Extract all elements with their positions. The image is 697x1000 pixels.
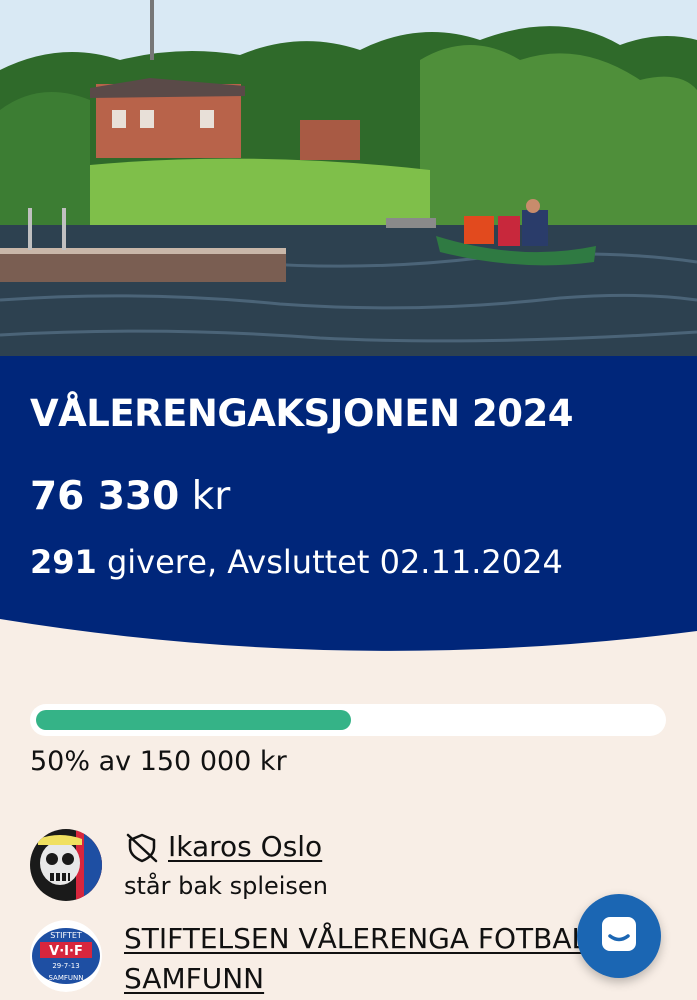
organizer-avatar[interactable] (30, 829, 102, 901)
recipient-name-line1[interactable]: STIFTELSEN VÅLERENGA FOTBALL (124, 922, 603, 955)
logo-text-bottom: SAMFUNN (48, 974, 83, 982)
shield-off-icon (124, 832, 160, 868)
amount-value: 76 330 (30, 474, 180, 519)
campaign-title: VÅLERENGAKSJONEN 2024 (30, 392, 573, 435)
progress-fill (36, 710, 351, 730)
chat-button[interactable] (577, 894, 661, 978)
donors-status-text: givere, Avsluttet 02.11.2024 (106, 543, 563, 581)
chat-icon (599, 914, 639, 958)
recipient-name-line2[interactable]: SAMFUNN (124, 962, 264, 995)
logo-text-mid: V·I·F (49, 944, 83, 959)
organizer-subtitle: står bak spleisen (124, 872, 328, 900)
amount-currency: kr (191, 474, 231, 519)
logo-date: 29-7-13 (52, 962, 79, 970)
logo-text-top: STIFTET (50, 931, 82, 940)
progress-label: 50% av 150 000 kr (30, 746, 287, 777)
campaign-amount: 76 330 kr (30, 474, 230, 519)
recipient-logo[interactable]: STIFTET V·I·F 29-7-13 SAMFUNN (30, 920, 102, 992)
organizer-name-link[interactable]: Ikaros Oslo (168, 830, 322, 863)
campaign-donors: 291 givere, Avsluttet 02.11.2024 (30, 543, 563, 581)
hero-image (0, 0, 697, 356)
donor-count: 291 (30, 543, 97, 581)
progress-bar (30, 704, 666, 736)
